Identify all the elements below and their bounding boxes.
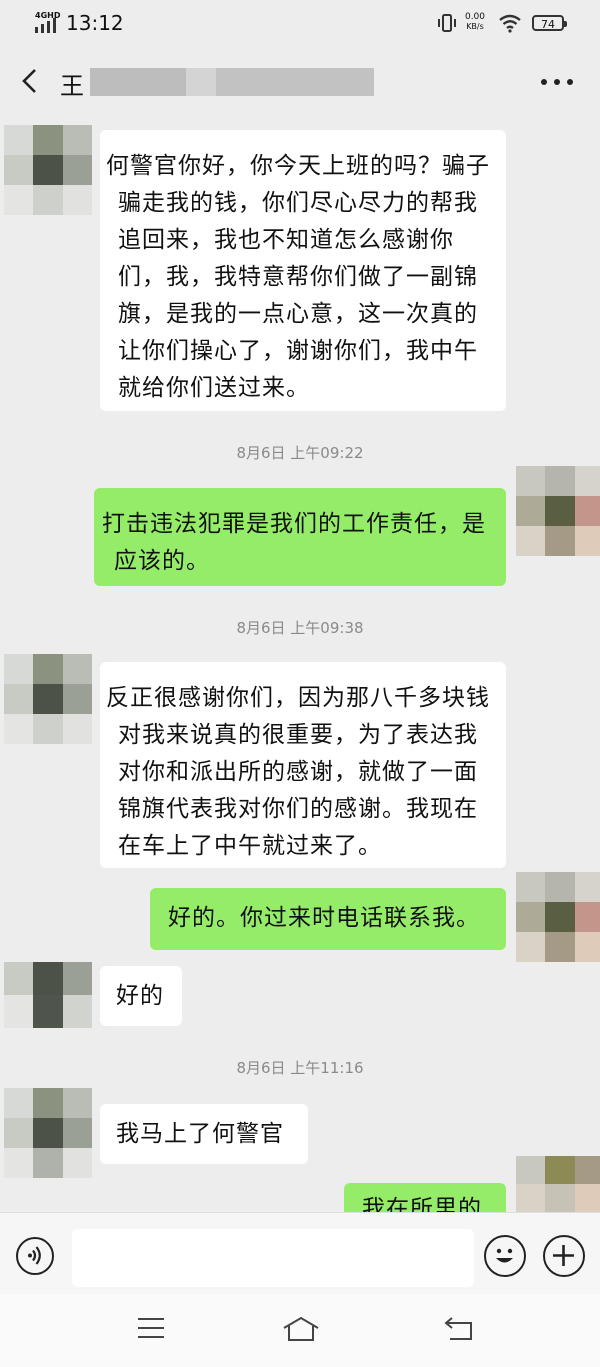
timestamp: 8月6日 上午09:22 <box>236 444 364 462</box>
back-arrow-icon[interactable] <box>18 66 42 96</box>
timestamp: 8月6日 上午11:16 <box>236 1059 364 1077</box>
contact-avatar[interactable] <box>4 654 92 744</box>
status-bar: 4GHD 13:12 0.00 KB/s 74 <box>0 0 600 46</box>
message-input[interactable] <box>72 1229 474 1287</box>
title-blur-mask <box>216 68 374 96</box>
message-bubble-outgoing[interactable]: 我在所里的 <box>344 1183 506 1212</box>
title-blur-mask <box>90 68 186 96</box>
signal-icon <box>35 18 56 33</box>
battery-icon: 74 <box>532 15 567 31</box>
contact-avatar[interactable] <box>4 962 92 1028</box>
wifi-icon <box>499 14 521 33</box>
message-bubble-outgoing[interactable]: 打击违法犯罪是我们的工作责任，是应该的。 <box>94 488 506 586</box>
return-icon[interactable] <box>444 1316 474 1342</box>
system-navigation-bar <box>0 1294 600 1367</box>
contact-avatar[interactable] <box>4 1088 92 1178</box>
plus-icon[interactable] <box>543 1235 585 1277</box>
clock: 13:12 <box>66 11 124 35</box>
message-bubble-incoming[interactable]: 反正很感谢你们，因为那八千多块钱对我来说真的很重要，为了表达我对你和派出所的感谢… <box>100 662 506 868</box>
voice-icon[interactable] <box>16 1237 54 1275</box>
home-icon[interactable] <box>281 1316 321 1342</box>
message-bubble-outgoing[interactable]: 好的。你过来时电话联系我。 <box>150 888 506 950</box>
message-bubble-incoming[interactable]: 何警官你好，你今天上班的吗？骗子骗走我的钱，你们尽心尽力的帮我追回来，我也不知道… <box>100 130 506 411</box>
menu-icon[interactable] <box>136 1316 166 1340</box>
chat-title[interactable]: 王 <box>60 66 84 101</box>
my-avatar[interactable] <box>516 466 600 556</box>
message-bubble-incoming[interactable]: 好的 <box>100 966 182 1026</box>
vibrate-icon <box>438 14 456 32</box>
input-bar <box>0 1212 600 1295</box>
title-blur-mask <box>186 68 216 96</box>
my-avatar[interactable] <box>516 1156 600 1212</box>
emoji-icon[interactable] <box>484 1235 526 1277</box>
more-dots-icon[interactable] <box>540 78 574 86</box>
contact-avatar[interactable] <box>4 125 92 215</box>
net-speed: 0.00 KB/s <box>464 12 486 31</box>
message-bubble-incoming[interactable]: 我马上了何警官 <box>100 1104 308 1164</box>
chat-header: 王 <box>0 48 600 118</box>
timestamp: 8月6日 上午09:38 <box>236 619 364 637</box>
my-avatar[interactable] <box>516 872 600 962</box>
